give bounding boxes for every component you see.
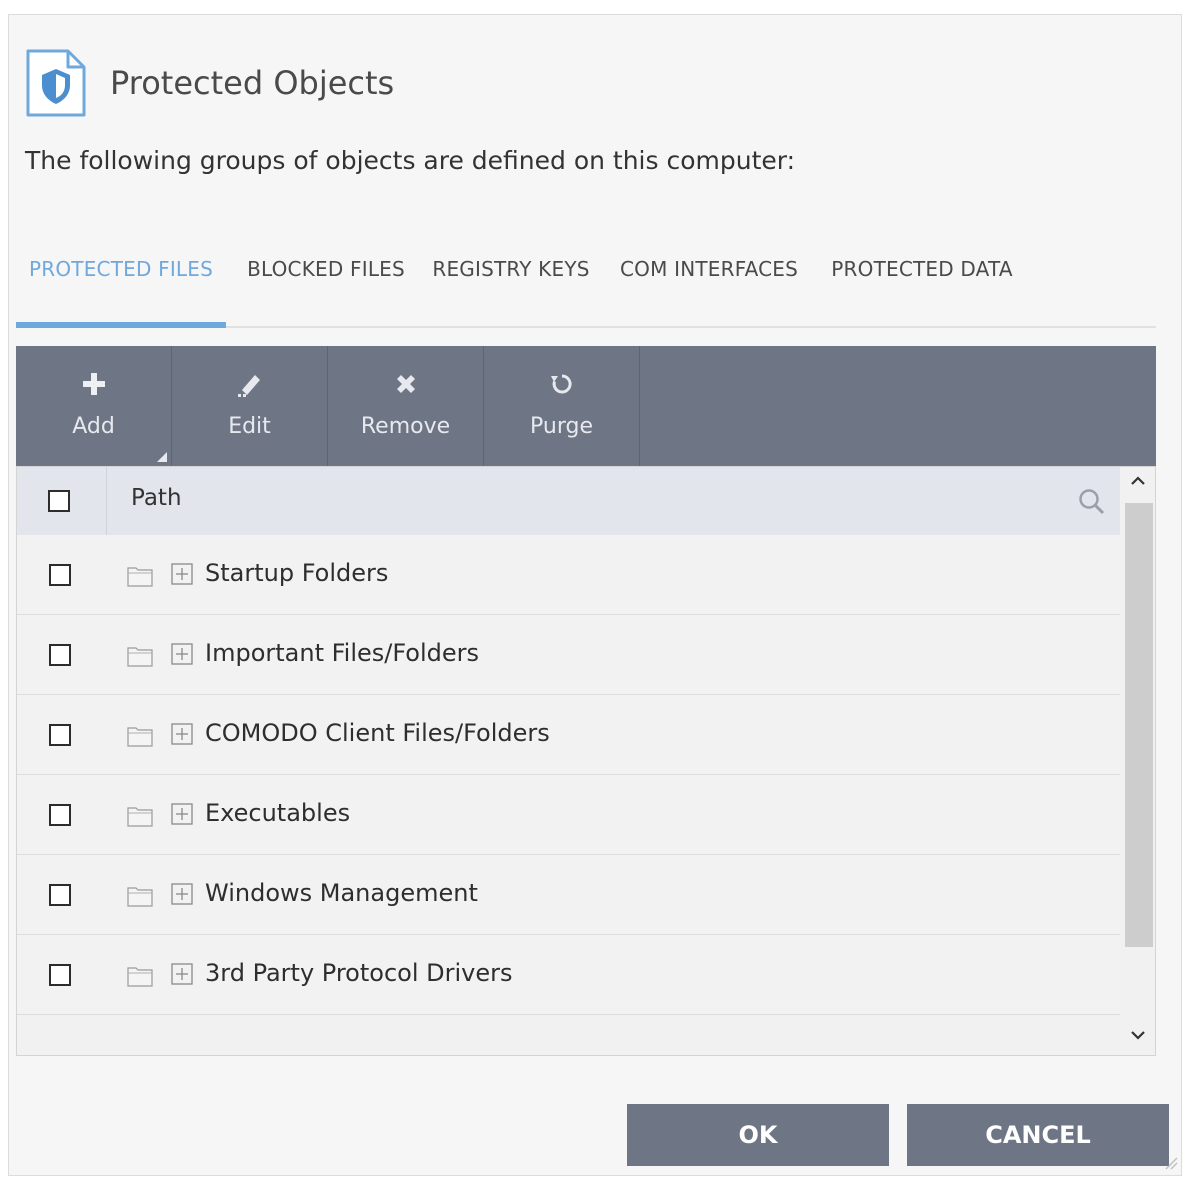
search-icon[interactable] [1077,487,1107,521]
cancel-button[interactable]: CANCEL [907,1104,1169,1166]
row-checkbox[interactable] [49,724,71,746]
add-label: Add [72,414,115,439]
edit-button[interactable]: Edit [172,346,328,466]
row-checkbox[interactable] [49,884,71,906]
chevron-up-icon[interactable] [1129,473,1147,492]
table-row[interactable]: Windows Management [17,855,1120,935]
vertical-scrollbar[interactable] [1121,467,1155,1055]
row-name: Executables [205,799,351,827]
table-row[interactable]: COMODO Client Files/Folders [17,695,1120,775]
row-name: Important Files/Folders [205,639,480,667]
folder-icon [127,805,153,831]
chevron-down-icon[interactable] [1129,1027,1147,1046]
shield-document-icon [24,47,88,119]
dropdown-corner-icon [157,452,167,462]
table-row[interactable]: Executables [17,775,1120,855]
header-separator [106,467,107,535]
x-icon [328,368,483,400]
expand-icon[interactable] [171,803,193,829]
table-row[interactable]: Important Files/Folders [17,615,1120,695]
row-name: Windows Management [205,879,478,907]
remove-button[interactable]: Remove [328,346,484,466]
tab-bar: PROTECTED FILES BLOCKED FILES REGISTRY K… [16,252,1156,328]
scrollbar-thumb[interactable] [1125,503,1153,947]
purge-label: Purge [530,414,593,439]
row-name: Startup Folders [205,559,389,587]
add-button[interactable]: Add [16,346,172,466]
dialog-header: Protected Objects [24,40,394,126]
resize-grip-icon[interactable] [1164,1155,1178,1174]
expand-icon[interactable] [171,563,193,589]
remove-label: Remove [360,414,451,439]
toolbar: Add Edit Remove Purge [16,346,1156,466]
expand-icon[interactable] [171,883,193,909]
folder-icon [127,885,153,911]
folder-icon [127,645,153,671]
purge-button[interactable]: Purge [484,346,640,466]
row-name: COMODO Client Files/Folders [205,719,550,747]
dialog-title: Protected Objects [110,64,395,102]
expand-icon[interactable] [171,723,193,749]
folder-icon [127,965,153,991]
dialog-description: The following groups of objects are defi… [25,146,796,175]
tab-com-interfaces[interactable]: COM INTERFACES [610,252,808,326]
row-checkbox[interactable] [49,564,71,586]
table-row[interactable]: Startup Folders [17,535,1120,615]
ok-button[interactable]: OK [627,1104,889,1166]
tab-registry-keys[interactable]: REGISTRY KEYS [422,252,600,326]
row-checkbox[interactable] [49,964,71,986]
tab-protected-data[interactable]: PROTECTED DATA [822,252,1022,326]
table-header: Path [17,467,1120,536]
row-checkbox[interactable] [49,804,71,826]
folder-icon [127,565,153,591]
table-row[interactable]: 3rd Party Protocol Drivers [17,935,1120,1015]
expand-icon[interactable] [171,963,193,989]
row-name: 3rd Party Protocol Drivers [205,959,513,987]
expand-icon[interactable] [171,643,193,669]
tab-blocked-files[interactable]: BLOCKED FILES [234,252,418,326]
select-all-checkbox[interactable] [48,490,70,512]
path-column-header[interactable]: Path [131,485,182,511]
tab-protected-files[interactable]: PROTECTED FILES [16,252,226,328]
pencil-icon [172,368,327,400]
row-checkbox[interactable] [49,644,71,666]
folder-icon [127,725,153,751]
objects-table: Path Startup Folders Important Files/Fol… [16,466,1156,1056]
plus-icon [16,368,171,400]
refresh-icon [484,368,639,400]
edit-label: Edit [228,414,271,439]
